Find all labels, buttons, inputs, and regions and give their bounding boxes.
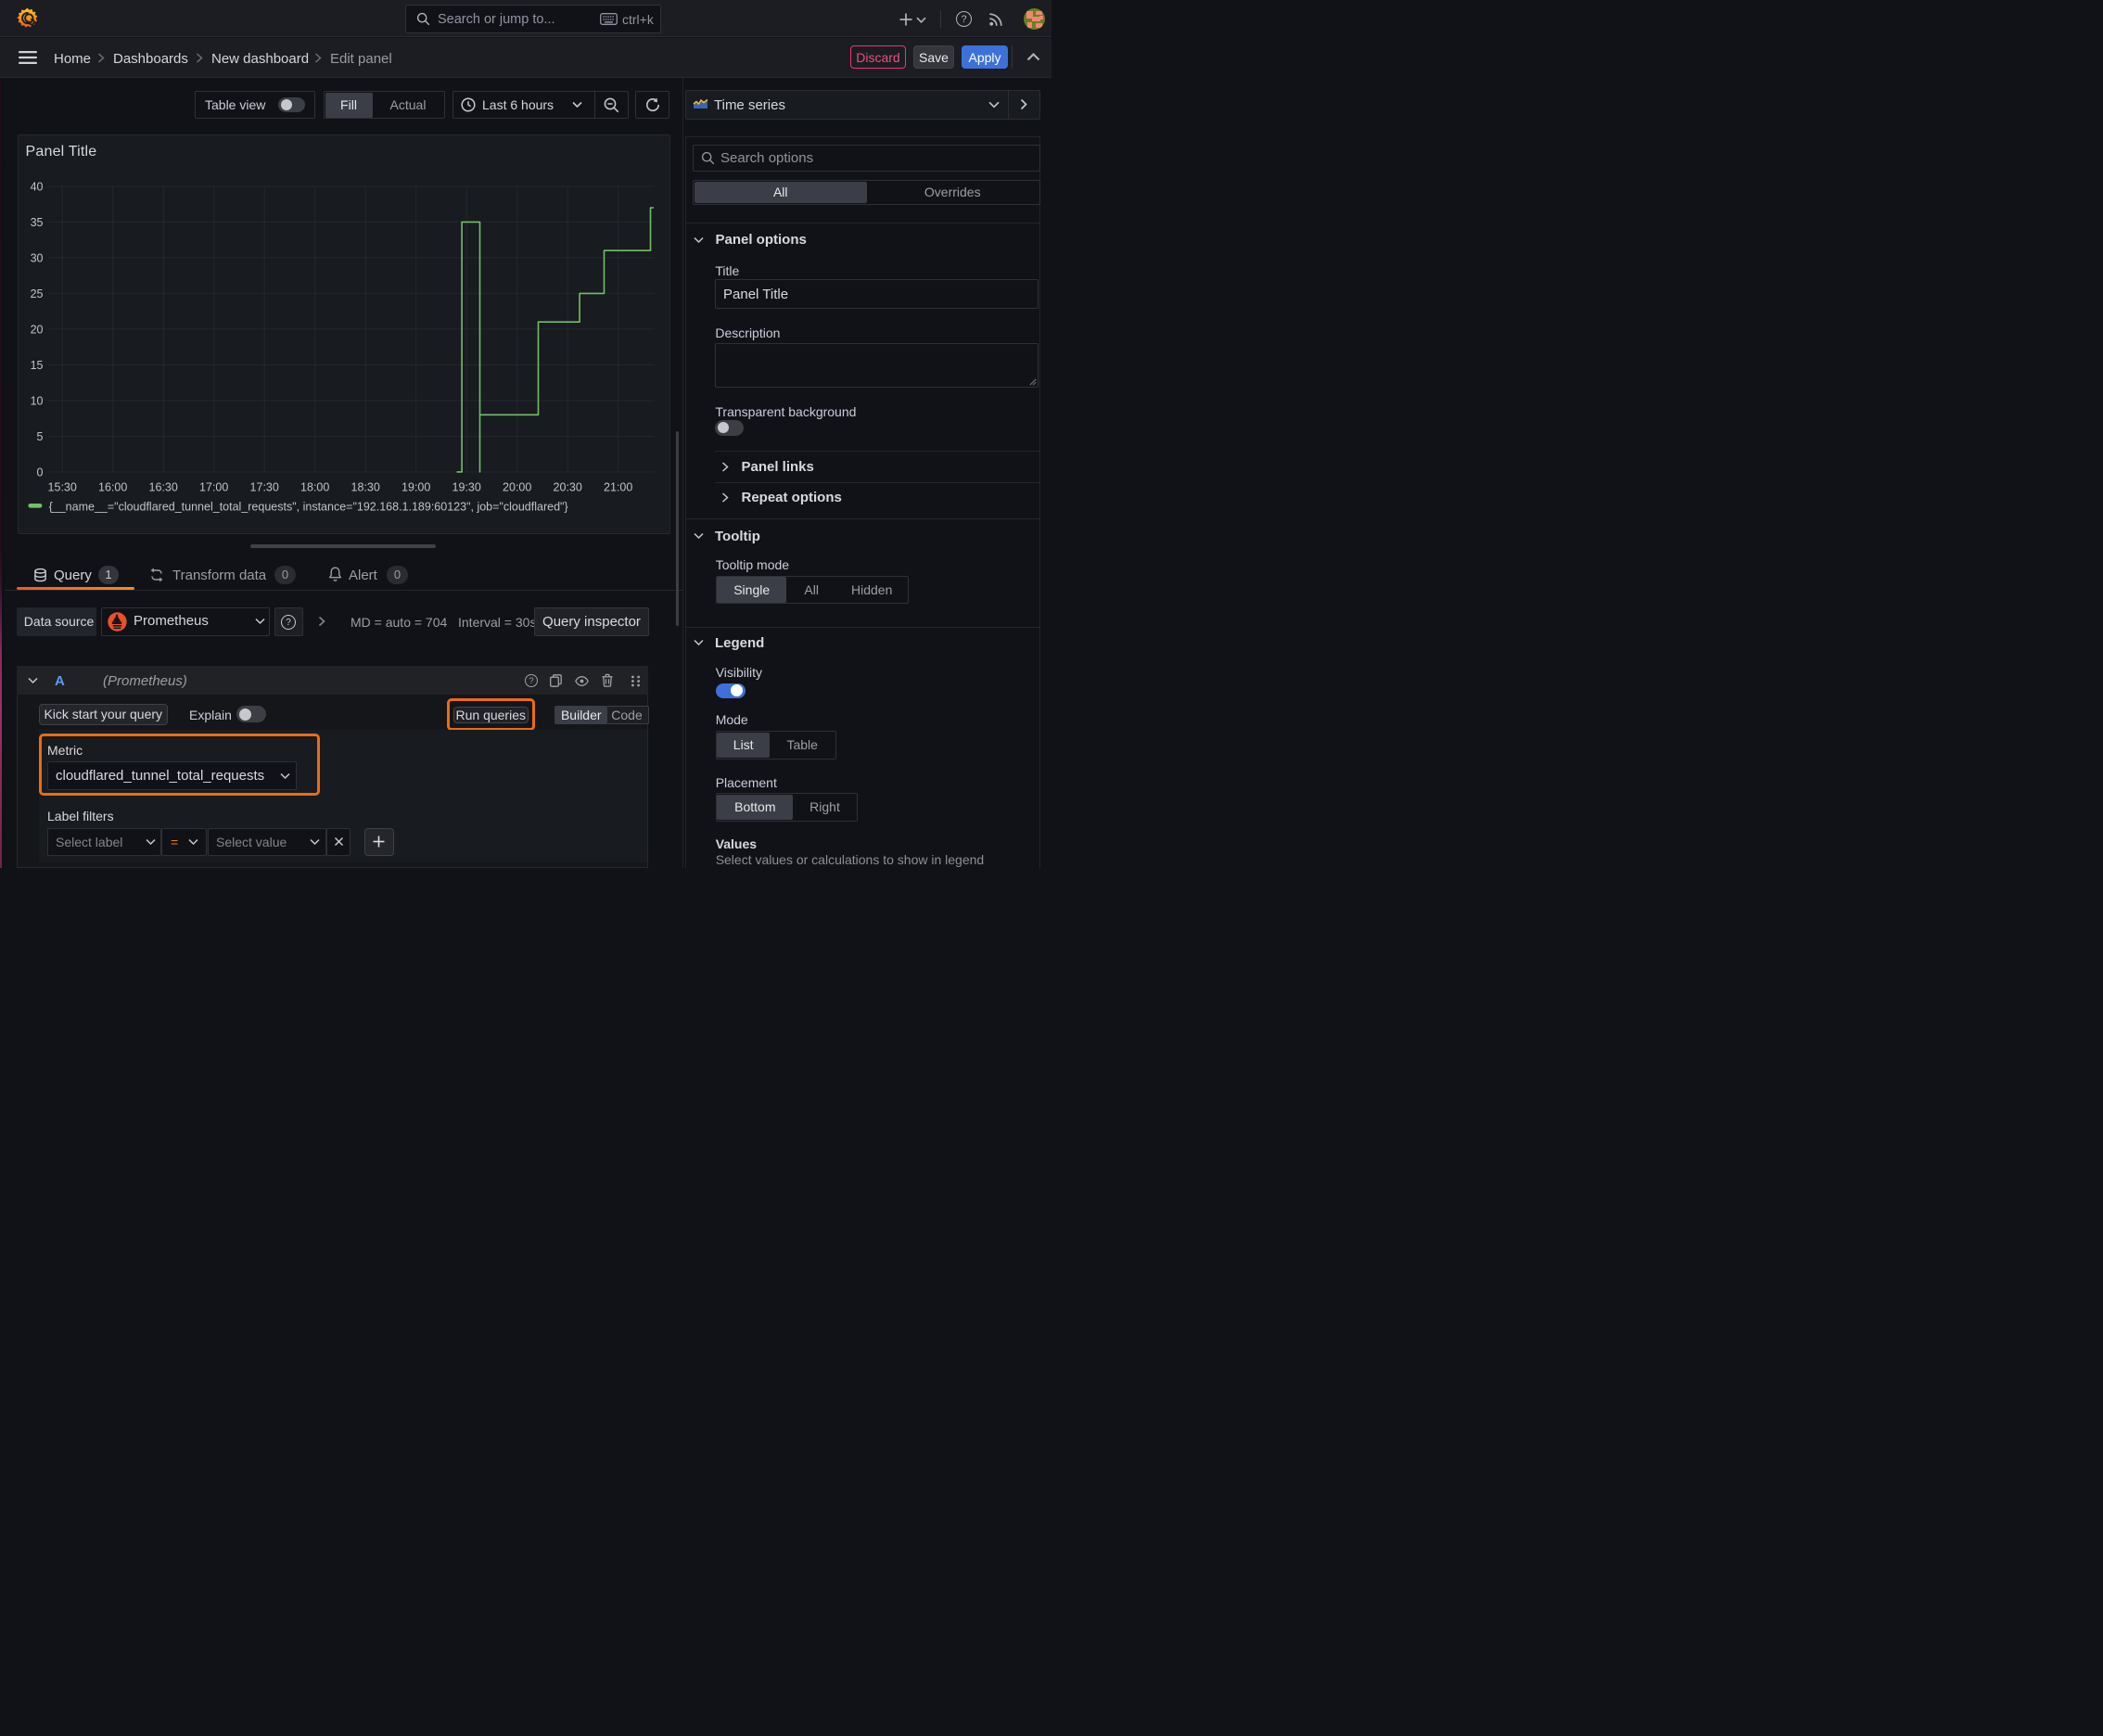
svg-text:20:30: 20:30 (553, 481, 581, 494)
svg-text:15: 15 (30, 359, 43, 372)
svg-text:35: 35 (30, 216, 43, 229)
svg-text:18:00: 18:00 (300, 481, 329, 494)
svg-text:30: 30 (30, 251, 43, 264)
svg-text:20:00: 20:00 (503, 481, 531, 494)
svg-text:10: 10 (30, 394, 43, 407)
svg-text:5: 5 (36, 430, 43, 443)
svg-text:25: 25 (30, 287, 43, 300)
svg-text:21:00: 21:00 (604, 481, 632, 494)
svg-text:20: 20 (30, 323, 43, 336)
svg-text:17:00: 17:00 (199, 481, 228, 494)
svg-text:{__name__="cloudflared_tunnel_: {__name__="cloudflared_tunnel_total_requ… (48, 501, 567, 514)
svg-text:16:30: 16:30 (148, 481, 177, 494)
svg-text:18:30: 18:30 (350, 481, 379, 494)
svg-text:16:00: 16:00 (98, 481, 127, 494)
svg-text:19:00: 19:00 (401, 481, 430, 494)
svg-text:15:30: 15:30 (47, 481, 76, 494)
svg-text:0: 0 (36, 466, 43, 479)
svg-text:17:30: 17:30 (249, 481, 278, 494)
svg-text:40: 40 (30, 180, 43, 193)
svg-text:19:30: 19:30 (452, 481, 480, 494)
